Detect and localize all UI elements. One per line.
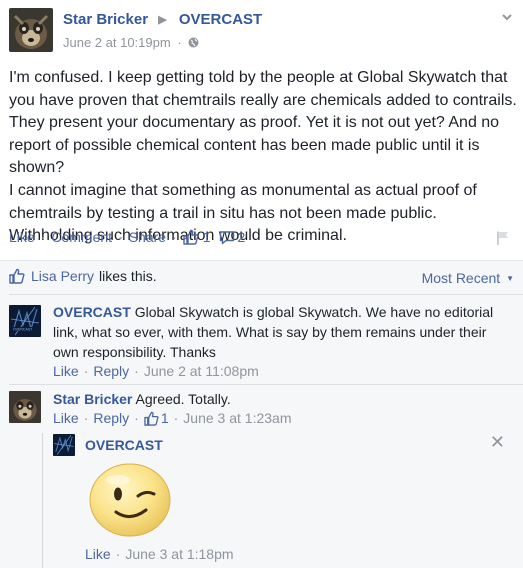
arrow-right-icon: ▶ — [158, 14, 167, 26]
like-count[interactable]: 1 — [203, 229, 211, 245]
flag-icon[interactable] — [495, 230, 511, 246]
post-paragraph: I'm confused. I keep getting told by the… — [9, 69, 517, 177]
reply-thread-line — [42, 433, 43, 568]
sort-dropdown[interactable]: Most Recent ▼ — [422, 270, 514, 286]
comment-author[interactable]: OVERCAST — [53, 304, 131, 320]
comment-timestamp[interactable]: June 3 at 1:23am — [183, 410, 291, 426]
comment-like-button[interactable]: Like — [53, 363, 79, 379]
reply-actions: Like · June 3 at 1:18pm — [85, 546, 234, 562]
reply-avatar[interactable] — [53, 434, 75, 456]
divider — [9, 384, 523, 385]
thumbs-up-icon[interactable] — [144, 411, 159, 426]
comment-avatar[interactable]: OVERCAST — [9, 305, 41, 337]
reply-like-button[interactable]: Like — [85, 546, 111, 562]
like-button[interactable]: Like — [9, 229, 35, 245]
post-author-line: Star Bricker ▶ OVERCAST — [63, 11, 262, 28]
globe-icon[interactable] — [188, 35, 199, 50]
comment-count[interactable]: 2 — [238, 229, 246, 245]
wink-smiley-sticker — [88, 460, 172, 538]
post-author-name[interactable]: Star Bricker — [63, 11, 148, 28]
close-icon[interactable]: ✕ — [490, 432, 505, 453]
svg-text:OVERCAST: OVERCAST — [13, 328, 33, 332]
reply-author-line: OVERCAST — [85, 435, 163, 455]
comment-actions: Like · Reply · June 2 at 11:08pm — [53, 363, 259, 379]
comment-body: Star Bricker Agreed. Totally. — [53, 389, 515, 409]
caret-down-icon: ▼ — [506, 274, 514, 283]
liker-name[interactable]: Lisa Perry — [31, 268, 94, 284]
divider — [9, 294, 523, 295]
comment-bubble-icon[interactable] — [219, 230, 235, 245]
comment-button[interactable]: Comment — [51, 229, 112, 245]
comment-text: Agreed. Totally. — [135, 391, 231, 407]
comment-like-button[interactable]: Like — [53, 410, 79, 426]
reply-author[interactable]: OVERCAST — [85, 437, 163, 453]
sort-label: Most Recent — [421, 270, 501, 286]
comment-timestamp[interactable]: June 2 at 11:08pm — [144, 363, 259, 379]
thumbs-up-icon[interactable] — [183, 229, 199, 245]
likes-text: likes this. — [99, 268, 157, 284]
chevron-down-icon[interactable] — [501, 10, 513, 22]
comment-avatar[interactable] — [9, 391, 41, 423]
post-timestamp[interactable]: June 2 at 10:19pm — [63, 35, 171, 50]
post-meta: June 2 at 10:19pm · — [63, 35, 199, 50]
comment-like-count[interactable]: 1 — [161, 410, 169, 426]
thumbs-up-icon — [9, 268, 25, 284]
comment-reply-button[interactable]: Reply — [93, 363, 129, 379]
comment-reply-button[interactable]: Reply — [93, 410, 129, 426]
comment-body: OVERCAST Global Skywatch is global Skywa… — [53, 302, 515, 362]
likes-summary: Lisa Perry likes this. — [9, 268, 157, 284]
post-target-name[interactable]: OVERCAST — [179, 11, 262, 28]
comment-author[interactable]: Star Bricker — [53, 391, 132, 407]
post-author-avatar[interactable] — [9, 8, 53, 52]
post-body: I'm confused. I keep getting told by the… — [9, 67, 517, 248]
post-actions: Like · Comment · Share · 1 2 — [9, 229, 246, 245]
comment-actions: Like · Reply · 1 · June 3 at 1:23am — [53, 410, 292, 426]
meta-separator: · — [177, 35, 182, 50]
share-button[interactable]: Share — [129, 229, 166, 245]
reply-timestamp[interactable]: June 3 at 1:18pm — [125, 546, 233, 562]
